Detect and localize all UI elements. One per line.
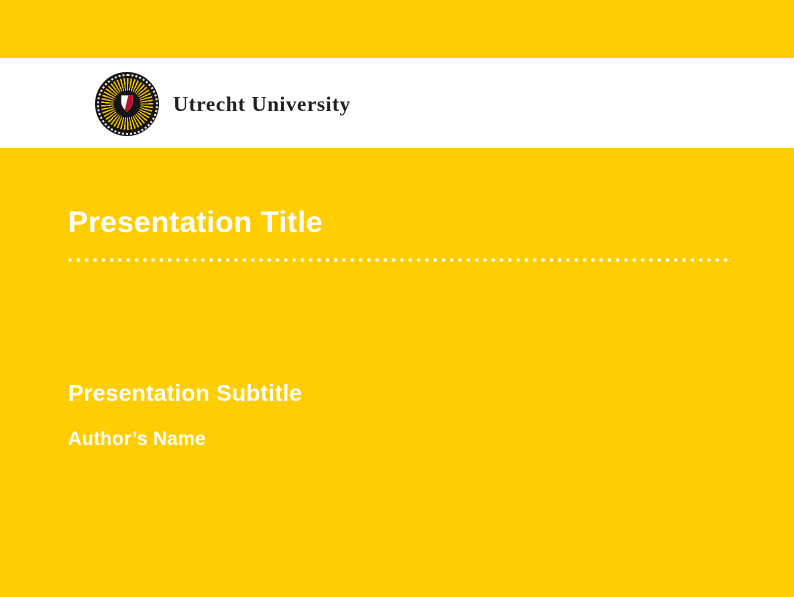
presentation-subtitle: Presentation Subtitle [68, 380, 302, 407]
author-name: Author’s Name [68, 429, 206, 451]
logo-band: Utrecht University [0, 58, 794, 148]
utrecht-shield-icon [120, 94, 135, 113]
utrecht-university-logo: Utrecht University [95, 72, 351, 136]
presentation-title: Presentation Title [68, 206, 323, 241]
title-slide: Utrecht University Presentation Title Pr… [0, 0, 794, 597]
university-wordmark: Utrecht University [173, 92, 351, 117]
dotted-divider [66, 257, 730, 263]
university-seal-icon [95, 72, 159, 136]
